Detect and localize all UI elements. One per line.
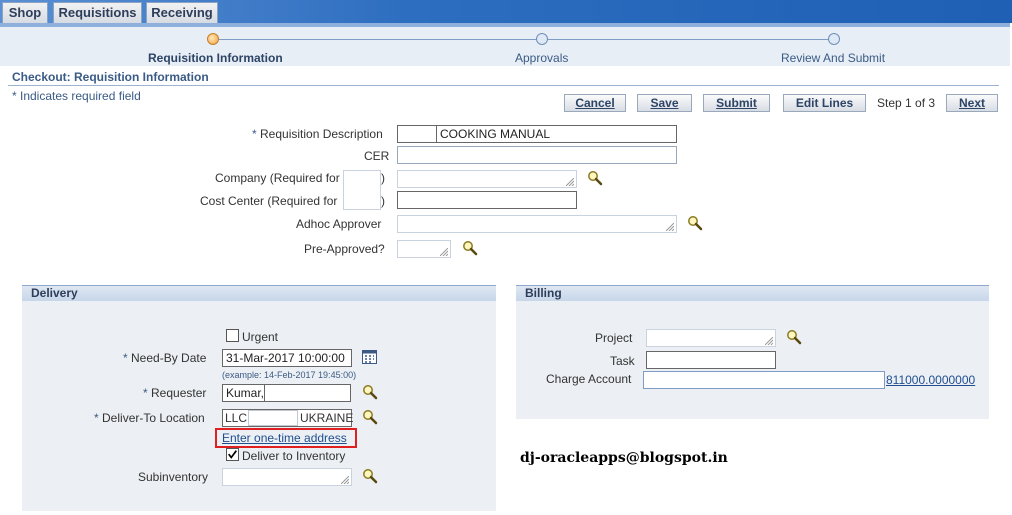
calendar-icon[interactable] [362, 350, 377, 364]
edit-lines-button-label: Edit Lines [795, 96, 854, 110]
charge-account-label: Charge Account [546, 372, 632, 386]
tab-shop[interactable]: Shop [2, 2, 48, 23]
train-step-label: Requisition Information [148, 51, 283, 65]
deliver-to-prefix: LLC [225, 411, 248, 425]
page-title: Checkout: Requisition Information [12, 70, 209, 84]
subinventory-input[interactable] [222, 468, 352, 486]
blog-watermark: dj-oracleapps@blogspot.in [520, 450, 728, 466]
lov-corner-icon [440, 248, 448, 256]
cost-center-label-suffix: ) [381, 194, 385, 208]
req-desc-label: * Requisition Description [252, 127, 383, 141]
submit-button-label: Submit [716, 96, 757, 110]
requester-label: * Requester [143, 386, 207, 400]
search-icon[interactable] [786, 329, 802, 345]
billing-panel-header: Billing [516, 285, 989, 301]
urgent-checkbox[interactable] [226, 329, 239, 342]
edit-lines-button[interactable]: Edit Lines [783, 94, 866, 112]
tab-receiving[interactable]: Receiving [146, 2, 218, 23]
search-icon[interactable] [462, 240, 478, 256]
req-desc-input[interactable]: COOKING MANUAL [437, 125, 677, 143]
train-step-icon [828, 33, 840, 45]
pre-approved-label: Pre-Approved? [304, 242, 385, 256]
train-connector [218, 39, 833, 40]
train-step-current-icon [207, 33, 219, 45]
company-hidden-box [343, 170, 381, 210]
charge-account-link[interactable]: 811000.0000000 [886, 373, 975, 387]
req-desc-prefix-field[interactable] [397, 125, 437, 143]
checkmark-icon [228, 450, 237, 459]
need-by-hint: (example: 14-Feb-2017 19:45:00) [222, 370, 357, 380]
cer-input[interactable] [397, 146, 677, 164]
deliver-to-inventory-label: Deliver to Inventory [242, 449, 346, 463]
lov-corner-icon [765, 337, 773, 345]
tab-requisitions[interactable]: Requisitions [53, 2, 142, 23]
search-icon[interactable] [362, 468, 378, 484]
task-label: Task [610, 354, 635, 368]
lov-corner-icon [341, 476, 349, 484]
train-step-icon [536, 33, 548, 45]
cost-center-label: Cost Center (Required for [200, 194, 338, 208]
lov-corner-icon [566, 178, 574, 186]
requester-prefix-input[interactable]: Kumar, [222, 384, 266, 402]
project-label: Project [595, 331, 633, 345]
cancel-button-label: Cancel [575, 96, 615, 110]
adhoc-approver-input[interactable] [397, 215, 677, 233]
next-button-label: Next [958, 96, 985, 110]
search-icon[interactable] [362, 409, 378, 425]
company-label-suffix: ) [381, 171, 385, 185]
search-icon[interactable] [362, 384, 378, 400]
one-time-address-link[interactable]: Enter one-time address [222, 431, 347, 445]
submit-button[interactable]: Submit [703, 94, 770, 112]
need-by-label: * Need-By Date [123, 351, 207, 365]
step-indicator: Step 1 of 3 [877, 96, 936, 110]
cer-label: CER [364, 149, 390, 163]
company-label: Company (Required for [215, 171, 340, 185]
deliver-to-label: * Deliver-To Location [94, 411, 205, 425]
need-by-input[interactable]: 31-Mar-2017 10:00:00 [222, 349, 352, 367]
adhoc-approver-label: Adhoc Approver [296, 217, 382, 231]
task-input[interactable] [646, 351, 776, 369]
urgent-label: Urgent [242, 330, 279, 344]
delivery-panel-header: Delivery [22, 285, 496, 301]
train-step-label[interactable]: Approvals [515, 51, 568, 65]
next-button[interactable]: Next [946, 94, 998, 112]
cost-center-input[interactable] [397, 191, 577, 209]
required-field-note: * Indicates required field [12, 89, 141, 103]
charge-account-input[interactable] [643, 371, 885, 389]
company-lov-input[interactable] [397, 170, 577, 188]
deliver-to-suffix: UKRAINE [300, 411, 354, 425]
search-icon[interactable] [687, 215, 703, 231]
subinventory-label: Subinventory [138, 470, 209, 484]
title-divider [8, 85, 999, 86]
deliver-to-masked-box [248, 410, 298, 426]
save-button[interactable]: Save [637, 94, 692, 112]
deliver-to-inventory-checkbox[interactable] [226, 448, 239, 461]
cancel-button[interactable]: Cancel [564, 94, 626, 112]
lov-corner-icon [666, 223, 674, 231]
project-input[interactable] [646, 329, 776, 347]
train-step-label[interactable]: Review And Submit [781, 51, 885, 65]
save-button-label: Save [650, 96, 679, 110]
search-icon[interactable] [587, 170, 603, 186]
requester-input[interactable] [264, 384, 351, 402]
